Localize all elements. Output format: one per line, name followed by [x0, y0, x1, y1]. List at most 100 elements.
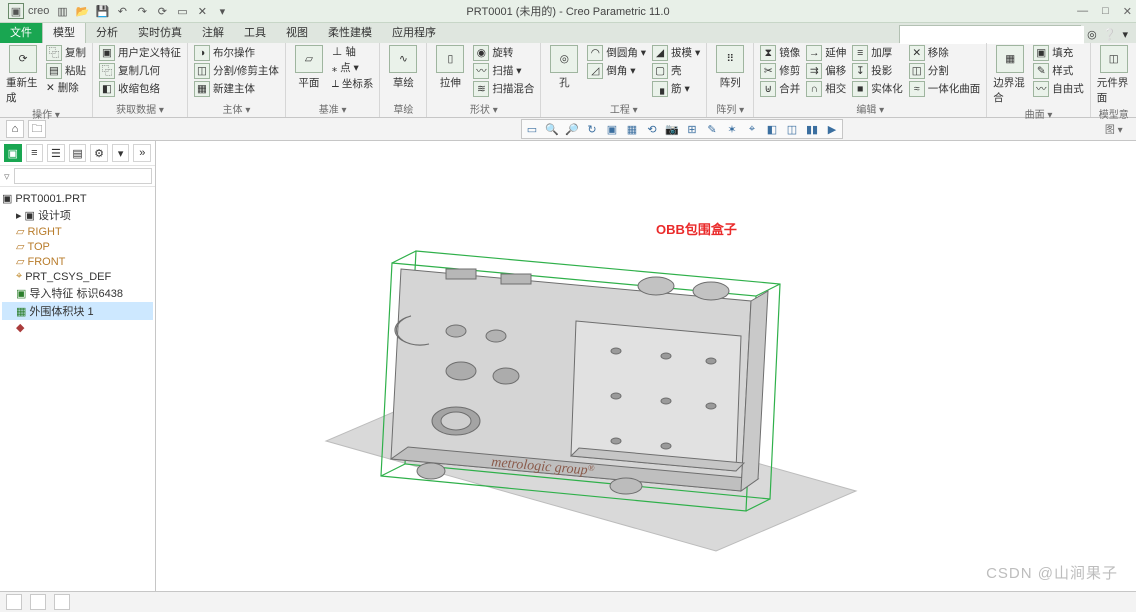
help-icon[interactable]: ❔ [1103, 28, 1117, 41]
new-body-button[interactable]: ▦新建主体 [194, 81, 279, 97]
plane-button[interactable]: ▱平面 [292, 45, 326, 90]
fill-srf-button[interactable]: ▣填充 [1033, 45, 1084, 61]
tree-settings-icon[interactable]: ⚙ [90, 144, 108, 162]
status-body-icon[interactable] [30, 594, 46, 610]
tree-import[interactable]: ▣导入特征 标识6438 [2, 284, 153, 302]
undo-icon[interactable]: ↶ [115, 4, 129, 18]
tab-view[interactable]: 视图 [276, 21, 318, 43]
status-msg-icon[interactable] [6, 594, 22, 610]
rotate-icon[interactable]: ⟲ [643, 121, 661, 137]
extend-button[interactable]: →延伸 [806, 45, 846, 61]
regen-icon[interactable]: ⟳ [155, 4, 169, 18]
zoom-out-icon[interactable]: 🔎 [563, 121, 581, 137]
blend-button[interactable]: ≋扫描混合 [473, 81, 534, 97]
status-model-icon[interactable] [54, 594, 70, 610]
funnel-icon[interactable]: ▿ [4, 170, 10, 183]
tree-csys[interactable]: ⌖PRT_CSYS_DEF [2, 269, 153, 284]
graphics-viewport[interactable]: OBB包围盒子 [156, 141, 1136, 593]
trim-button[interactable]: ✂修剪 [760, 63, 800, 79]
chamfer-button[interactable]: ◿倒角 ▾ [587, 63, 646, 79]
tree-top[interactable]: ▱TOP [2, 239, 153, 254]
zoom-in-icon[interactable]: 🔍 [543, 121, 561, 137]
merge-button[interactable]: ⊎合并 [760, 81, 800, 97]
integrate-srf-button[interactable]: ≈一体化曲面 [909, 81, 981, 97]
axis-button[interactable]: ⊥ 轴 [332, 45, 373, 59]
minimize-button[interactable]: — [1077, 5, 1088, 18]
offset-button[interactable]: ⇉偏移 [806, 63, 846, 79]
tab-app[interactable]: 应用程序 [382, 21, 446, 43]
save-icon[interactable]: 💾 [95, 4, 109, 18]
play-icon[interactable]: ▶ [823, 121, 841, 137]
csys-display-icon[interactable]: ⌖ [743, 121, 761, 137]
close-win-icon[interactable]: ✕ [195, 4, 209, 18]
display-style-icon[interactable]: ▣ [603, 121, 621, 137]
freestyle-button[interactable]: 〰自由式 [1033, 81, 1084, 97]
project-button[interactable]: ↧投影 [852, 63, 903, 79]
tab-realtime[interactable]: 实时仿真 [128, 21, 192, 43]
extrude-button[interactable]: ▯拉伸 [433, 45, 467, 90]
tab-annotate[interactable]: 注解 [192, 21, 234, 43]
regen-button[interactable]: ⟳重新生成 [6, 45, 40, 105]
tab-tool[interactable]: 工具 [234, 21, 276, 43]
boolean-button[interactable]: ◑布尔操作 [194, 45, 279, 61]
new-icon[interactable]: ▥ [55, 4, 69, 18]
tree-layers-icon[interactable]: ≡ [26, 144, 44, 162]
tab-file[interactable]: 文件 [0, 21, 42, 43]
tree-design[interactable]: ▸▣设计项 [2, 206, 153, 224]
tree-filter-icon[interactable]: ▤ [69, 144, 87, 162]
comp-interface-button[interactable]: ◫元件界面 [1097, 45, 1131, 105]
annot-display-icon[interactable]: ✎ [703, 121, 721, 137]
saved-views-icon[interactable]: ▦ [623, 121, 641, 137]
tree-front[interactable]: ▱FRONT [2, 254, 153, 269]
tree-right[interactable]: ▱RIGHT [2, 224, 153, 239]
point-button[interactable]: ⁎ 点 ▾ [332, 61, 373, 75]
csys-button[interactable]: ⟂ 坐标系 [332, 77, 373, 91]
datum-display-icon[interactable]: ⊞ [683, 121, 701, 137]
tree-tab-model-icon[interactable]: ⌂ [6, 120, 24, 138]
tree-obb[interactable]: ▦外围体积块 1 [2, 302, 153, 320]
redo-icon[interactable]: ↷ [135, 4, 149, 18]
target-icon[interactable]: ◎ [1087, 28, 1097, 41]
copy-geom-button[interactable]: ⿻复制几何 [99, 63, 181, 79]
tree-root[interactable]: ▣PRT0001.PRT [2, 191, 153, 206]
copy-button[interactable]: ⿻复制 [46, 45, 86, 61]
shell-button[interactable]: ▢壳 [652, 63, 700, 79]
draft-button[interactable]: ◢拔模 ▾ [652, 45, 700, 61]
perspective-icon[interactable]: ◫ [783, 121, 801, 137]
pattern-button[interactable]: ⠿阵列 [713, 45, 747, 90]
revolve-button[interactable]: ◉旋转 [473, 45, 534, 61]
hole-button[interactable]: ◎孔 [547, 45, 581, 90]
section-icon[interactable]: ◧ [763, 121, 781, 137]
round-button[interactable]: ◠倒圆角 ▾ [587, 45, 646, 61]
thicken-button[interactable]: ≡加厚 [852, 45, 903, 61]
refit-icon[interactable]: ▭ [523, 121, 541, 137]
ribbon-opts-icon[interactable]: ▾ [1122, 28, 1128, 41]
tree-search-input[interactable] [14, 168, 152, 184]
style-button[interactable]: ✎样式 [1033, 63, 1084, 79]
named-view-icon[interactable]: 📷 [663, 121, 681, 137]
tree-details-icon[interactable]: ☰ [47, 144, 65, 162]
qat-dropdown-icon[interactable]: ▾ [215, 4, 229, 18]
command-search[interactable] [899, 25, 1081, 43]
pause-icon[interactable]: ▮▮ [803, 121, 821, 137]
tree-show-icon[interactable]: ▣ [4, 144, 22, 162]
intersect-button[interactable]: ∩相交 [806, 81, 846, 97]
split-srf-button[interactable]: ◫分割 [909, 63, 981, 79]
window-icon[interactable]: ▭ [175, 4, 189, 18]
repaint-icon[interactable]: ↻ [583, 121, 601, 137]
maximize-button[interactable]: □ [1102, 5, 1109, 18]
tree-expand-icon[interactable]: » [133, 144, 151, 162]
tree-options-icon[interactable]: ▾ [112, 144, 130, 162]
spin-center-icon[interactable]: ✶ [723, 121, 741, 137]
sketch-button[interactable]: ∿草绘 [386, 45, 420, 90]
paste-button[interactable]: ▤粘贴 [46, 63, 86, 79]
boundary-blend-button[interactable]: ▦边界混合 [993, 45, 1027, 105]
rib-button[interactable]: ▗筋 ▾ [652, 81, 700, 97]
mirror-button[interactable]: ⧗镜像 [760, 45, 800, 61]
tree-tab-folder-icon[interactable]: 🗀 [28, 120, 46, 138]
solidify-button[interactable]: ■实体化 [852, 81, 903, 97]
shrinkwrap-button[interactable]: ◧收缩包络 [99, 81, 181, 97]
split-body-button[interactable]: ◫分割/修剪主体 [194, 63, 279, 79]
close-button[interactable]: ✕ [1123, 5, 1132, 18]
command-search-input[interactable] [900, 26, 1084, 44]
